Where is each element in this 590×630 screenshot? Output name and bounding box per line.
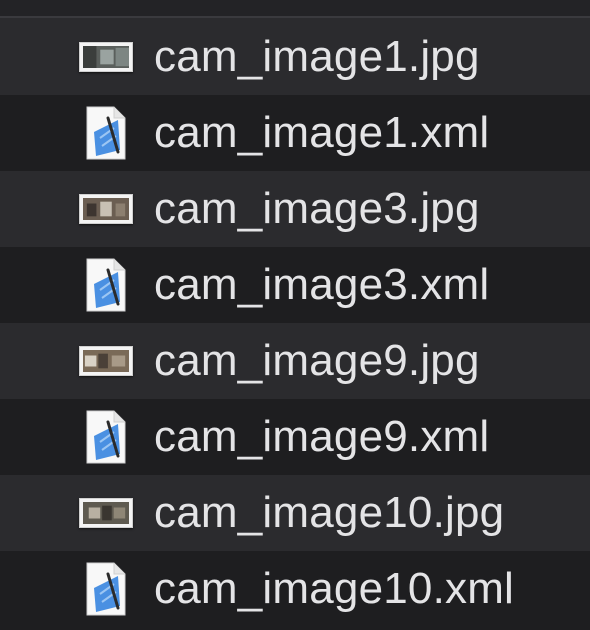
file-name: cam_image10.xml — [154, 564, 515, 613]
file-name: cam_image9.xml — [154, 412, 490, 461]
list-header-strip — [0, 0, 590, 18]
file-name: cam_image1.jpg — [154, 31, 480, 81]
file-list: cam_image1.jpg cam_image1.xml cam_image3… — [0, 18, 590, 627]
jpg-thumbnail-icon — [76, 171, 136, 247]
jpg-thumbnail-icon — [76, 475, 136, 551]
file-row[interactable]: cam_image9.jpg — [0, 323, 590, 399]
file-name: cam_image3.jpg — [154, 184, 480, 233]
jpg-thumbnail-icon — [76, 18, 136, 95]
xml-document-icon — [76, 551, 136, 627]
file-row[interactable]: cam_image3.xml — [0, 247, 590, 323]
file-row[interactable]: cam_image3.jpg — [0, 171, 590, 247]
file-row[interactable]: cam_image10.jpg — [0, 475, 590, 551]
file-row[interactable]: cam_image10.xml — [0, 551, 590, 627]
xml-document-icon — [76, 95, 136, 171]
file-name: cam_image9.jpg — [154, 336, 480, 385]
file-name: cam_image1.xml — [154, 108, 490, 157]
finder-window: cam_image1.jpg cam_image1.xml cam_image3… — [0, 0, 590, 630]
file-row[interactable]: cam_image1.jpg — [0, 18, 590, 95]
xml-document-icon — [76, 247, 136, 323]
xml-document-icon — [76, 399, 136, 475]
file-row[interactable]: cam_image1.xml — [0, 95, 590, 171]
file-name: cam_image10.jpg — [154, 488, 505, 537]
file-name: cam_image3.xml — [154, 260, 490, 309]
jpg-thumbnail-icon — [76, 323, 136, 399]
file-row[interactable]: cam_image9.xml — [0, 399, 590, 475]
